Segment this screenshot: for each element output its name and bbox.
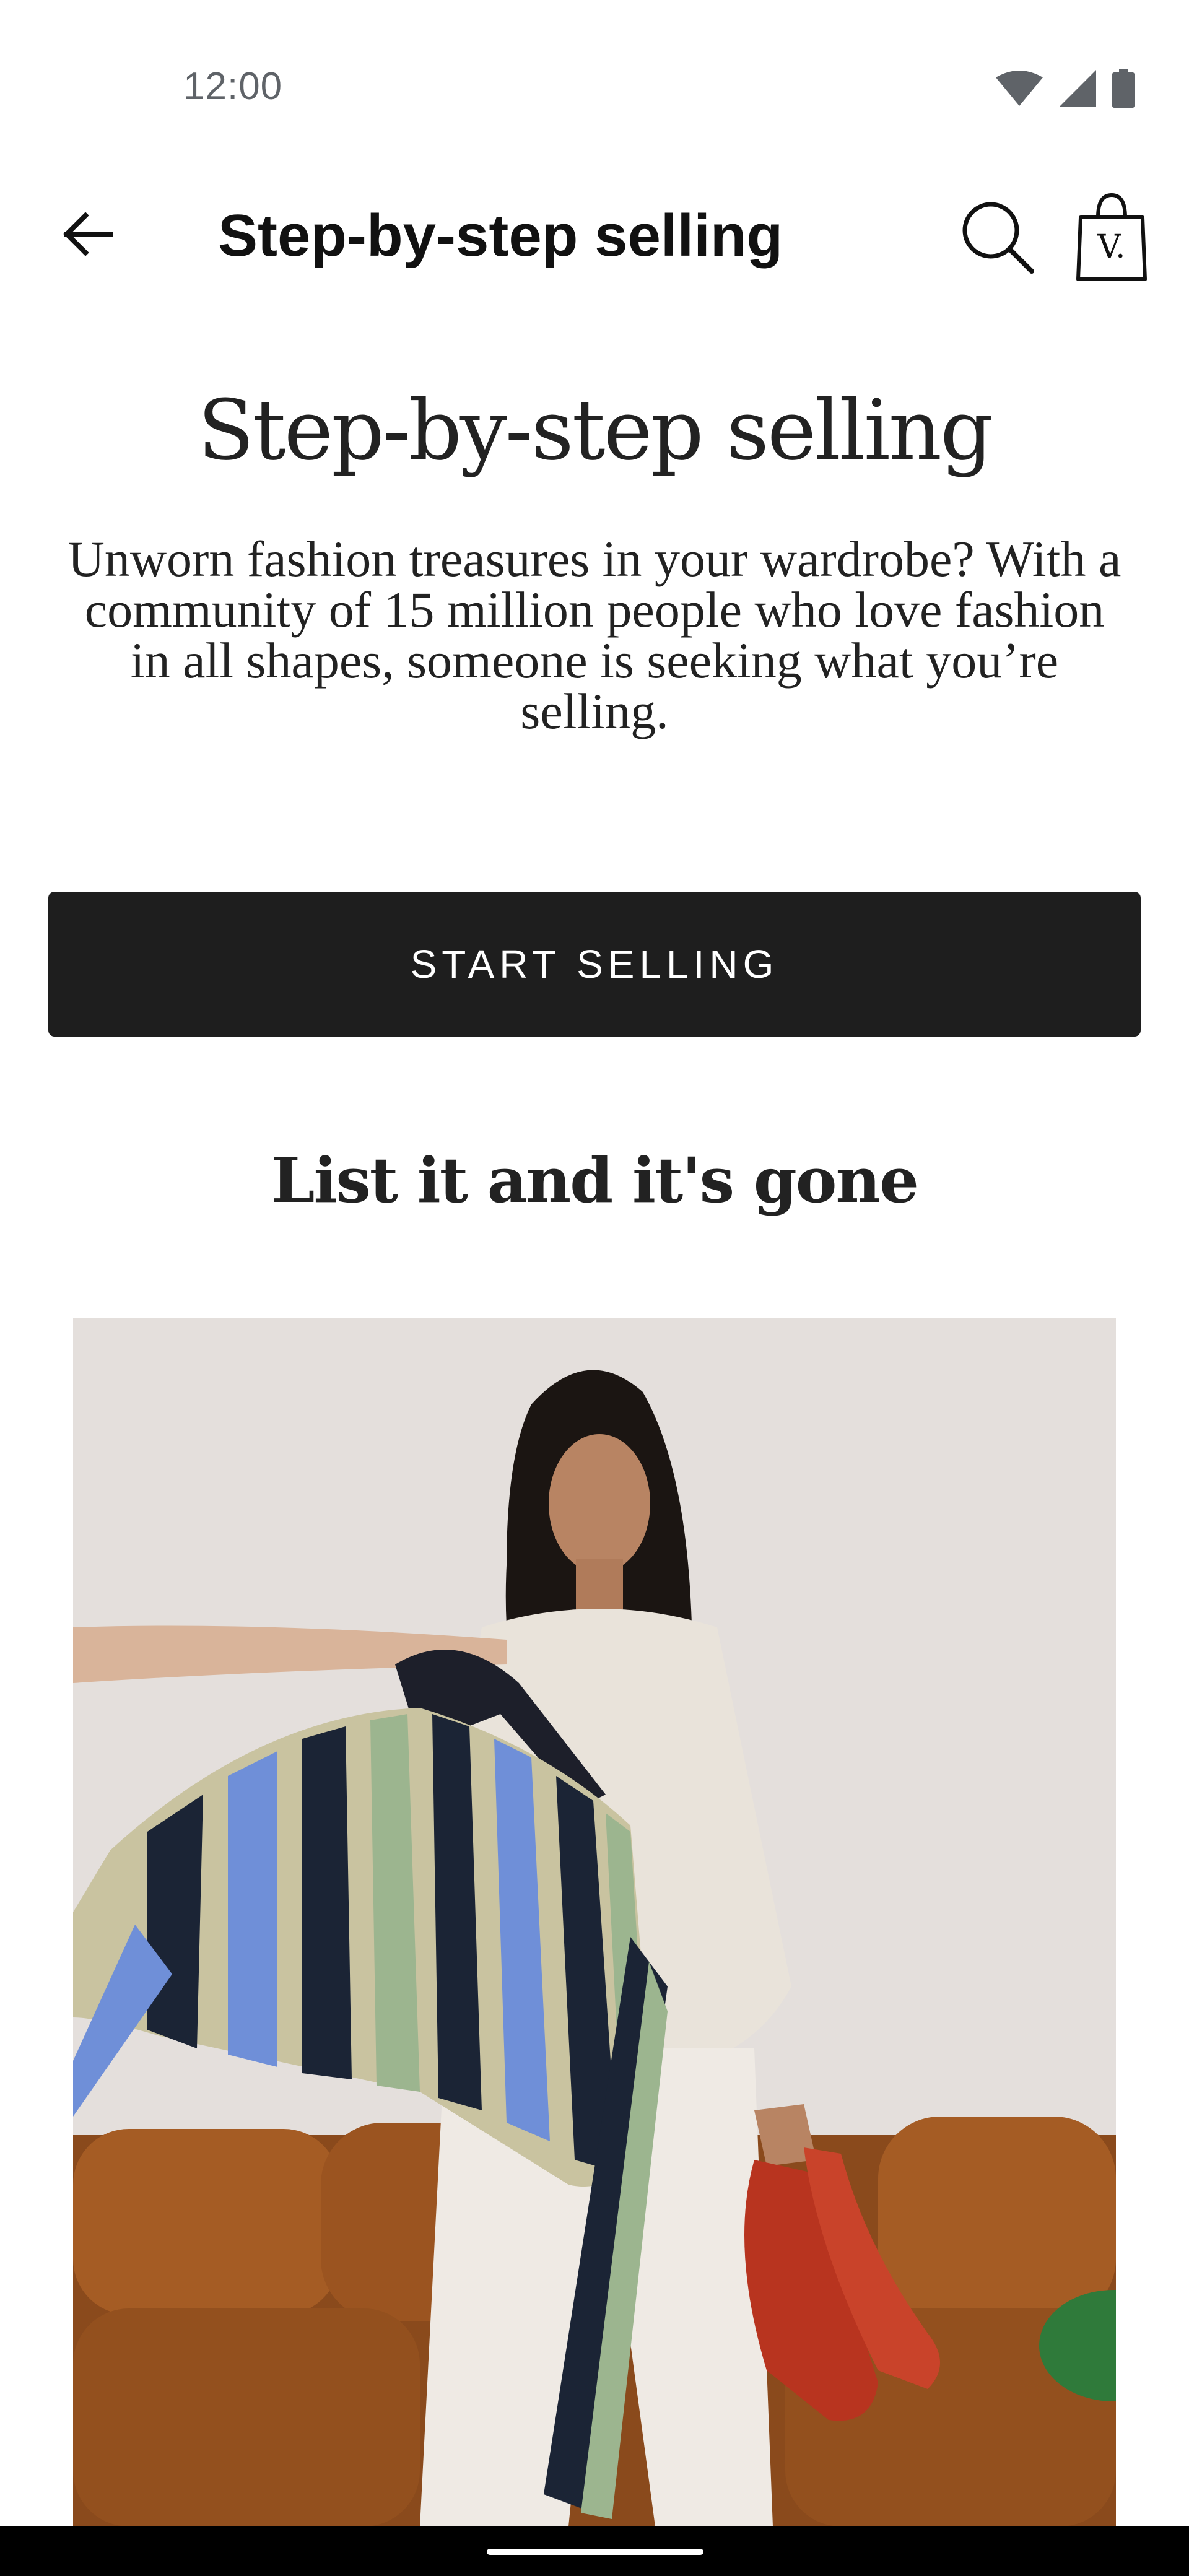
app-bar: Step-by-step selling V. [0, 180, 1189, 291]
arrow-left-icon [61, 211, 113, 259]
page-description: Unworn fashion treasures in your wardrob… [68, 531, 1121, 739]
system-navigation-bar [0, 2526, 1189, 2576]
status-icons [996, 69, 1135, 111]
search-button[interactable] [954, 194, 1040, 281]
home-indicator[interactable] [487, 2549, 703, 2555]
search-icon [959, 198, 1035, 278]
app-bar-title: Step-by-step selling [218, 202, 783, 269]
section-title: List it and it's gone [271, 1144, 919, 1217]
page-title: Step-by-step selling [198, 382, 993, 479]
bag-button[interactable]: V. [1065, 188, 1158, 287]
start-selling-button[interactable]: START SELLING [48, 892, 1141, 1037]
hero-image [73, 1318, 1116, 2526]
battery-icon [1112, 69, 1135, 111]
status-bar: 12:00 [0, 0, 1189, 186]
cellular-signal-icon [1059, 70, 1096, 110]
wifi-icon [996, 71, 1043, 109]
bag-logo-letter: V. [1097, 228, 1126, 266]
shopping-bag-icon: V. [1074, 193, 1149, 283]
status-time: 12:00 [183, 65, 283, 108]
back-button[interactable] [50, 204, 124, 266]
